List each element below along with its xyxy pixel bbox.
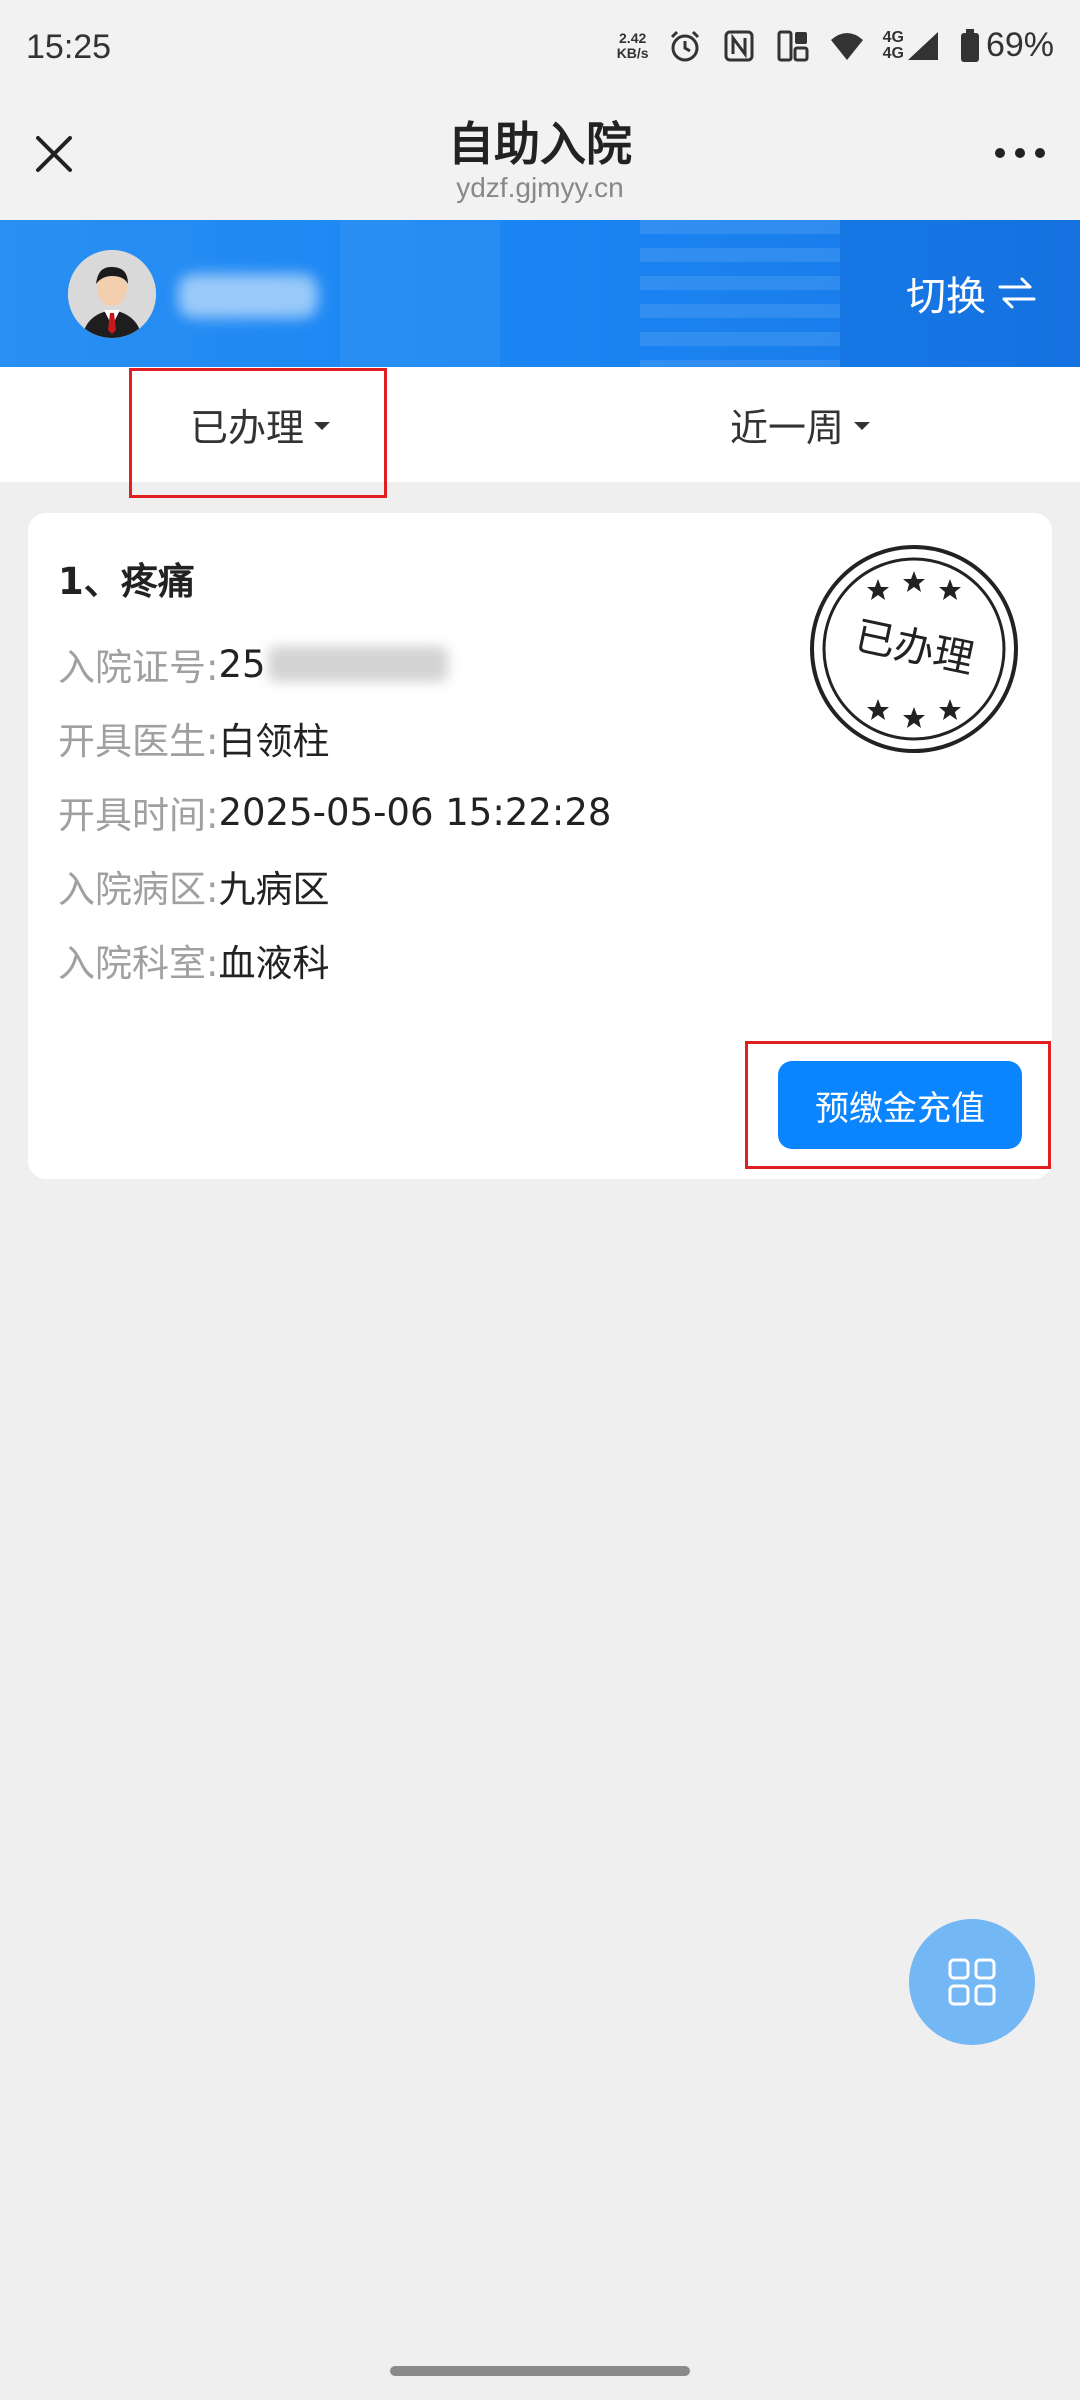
caret-down-icon bbox=[854, 421, 871, 430]
field-value: 25 bbox=[218, 642, 266, 686]
battery: 69% bbox=[960, 26, 1054, 65]
avatar bbox=[68, 250, 156, 338]
field-label: 开具医生: bbox=[58, 720, 219, 763]
highlight-box-prepay-button bbox=[745, 1041, 1051, 1169]
username-redacted bbox=[178, 274, 318, 318]
field-value: 2025-05-06 15:22:28 bbox=[218, 790, 612, 834]
switch-patient-button[interactable]: 切换 bbox=[906, 264, 1036, 322]
sim-icon bbox=[777, 30, 809, 61]
highlight-box-status-filter bbox=[129, 368, 387, 498]
net-speed-value: 2.42 bbox=[619, 29, 647, 46]
processed-stamp-icon: 已办理 bbox=[810, 545, 1018, 753]
period-filter-dropdown[interactable]: 近一周 bbox=[730, 367, 871, 482]
battery-icon bbox=[960, 28, 979, 62]
info-row-department: 入院科室: 血液科 bbox=[58, 933, 329, 987]
floating-menu-button[interactable] bbox=[909, 1919, 1035, 2045]
home-indicator[interactable] bbox=[390, 2366, 690, 2376]
banner-decoration bbox=[340, 220, 500, 367]
field-value: 九病区 bbox=[218, 868, 330, 911]
mobile-signal: 4G 4G bbox=[883, 28, 942, 64]
info-row-ward: 入院病区: 九病区 bbox=[58, 859, 329, 913]
field-value: 白领柱 bbox=[218, 720, 330, 763]
status-bar: 15:25 2.42 KB/s 4G 4G 69% bbox=[0, 0, 1080, 100]
net-speed-unit: KB/s bbox=[616, 44, 649, 61]
redacted-value bbox=[267, 646, 448, 682]
signal-label-bottom: 4G bbox=[882, 44, 904, 62]
info-row-doctor: 开具医生: 白领柱 bbox=[58, 711, 329, 765]
record-title: 1、疼痛 bbox=[58, 560, 195, 603]
field-label: 入院证号: bbox=[58, 646, 219, 689]
field-label: 入院科室: bbox=[58, 942, 219, 985]
period-filter-label: 近一周 bbox=[730, 406, 845, 450]
battery-percent: 69% bbox=[985, 26, 1054, 64]
page-title: 自助入院 bbox=[448, 117, 632, 171]
status-icons: 2.42 KB/s 4G 4G 69% bbox=[617, 26, 1054, 65]
nfc-icon bbox=[724, 30, 754, 61]
user-avatar-icon bbox=[68, 250, 156, 338]
nav-bar: 自助入院 ydzf.gjmyy.cn bbox=[0, 100, 1080, 220]
field-label: 开具时间: bbox=[58, 794, 219, 837]
wifi-icon bbox=[830, 32, 863, 60]
info-row-admission-no: 入院证号: 25 bbox=[58, 637, 448, 691]
info-row-issue-time: 开具时间: 2025-05-06 15:22:28 bbox=[58, 785, 611, 839]
swap-icon bbox=[998, 277, 1036, 309]
field-value: 血液科 bbox=[218, 942, 330, 985]
grid-icon bbox=[948, 1958, 996, 2006]
switch-label: 切换 bbox=[906, 274, 986, 320]
signal-label-top: 4G bbox=[882, 28, 904, 46]
field-label: 入院病区: bbox=[58, 868, 219, 911]
banner-decoration bbox=[640, 220, 840, 367]
status-time: 15:25 bbox=[26, 28, 112, 66]
patient-banner: 切换 bbox=[0, 220, 1080, 367]
network-speed: 2.42 KB/s bbox=[616, 29, 649, 61]
alarm-icon bbox=[670, 30, 699, 61]
page-url: ydzf.gjmyy.cn bbox=[456, 172, 624, 203]
signal-icon bbox=[907, 31, 938, 60]
more-icon[interactable] bbox=[990, 138, 1050, 168]
stamp-text: 已办理 bbox=[851, 613, 978, 683]
